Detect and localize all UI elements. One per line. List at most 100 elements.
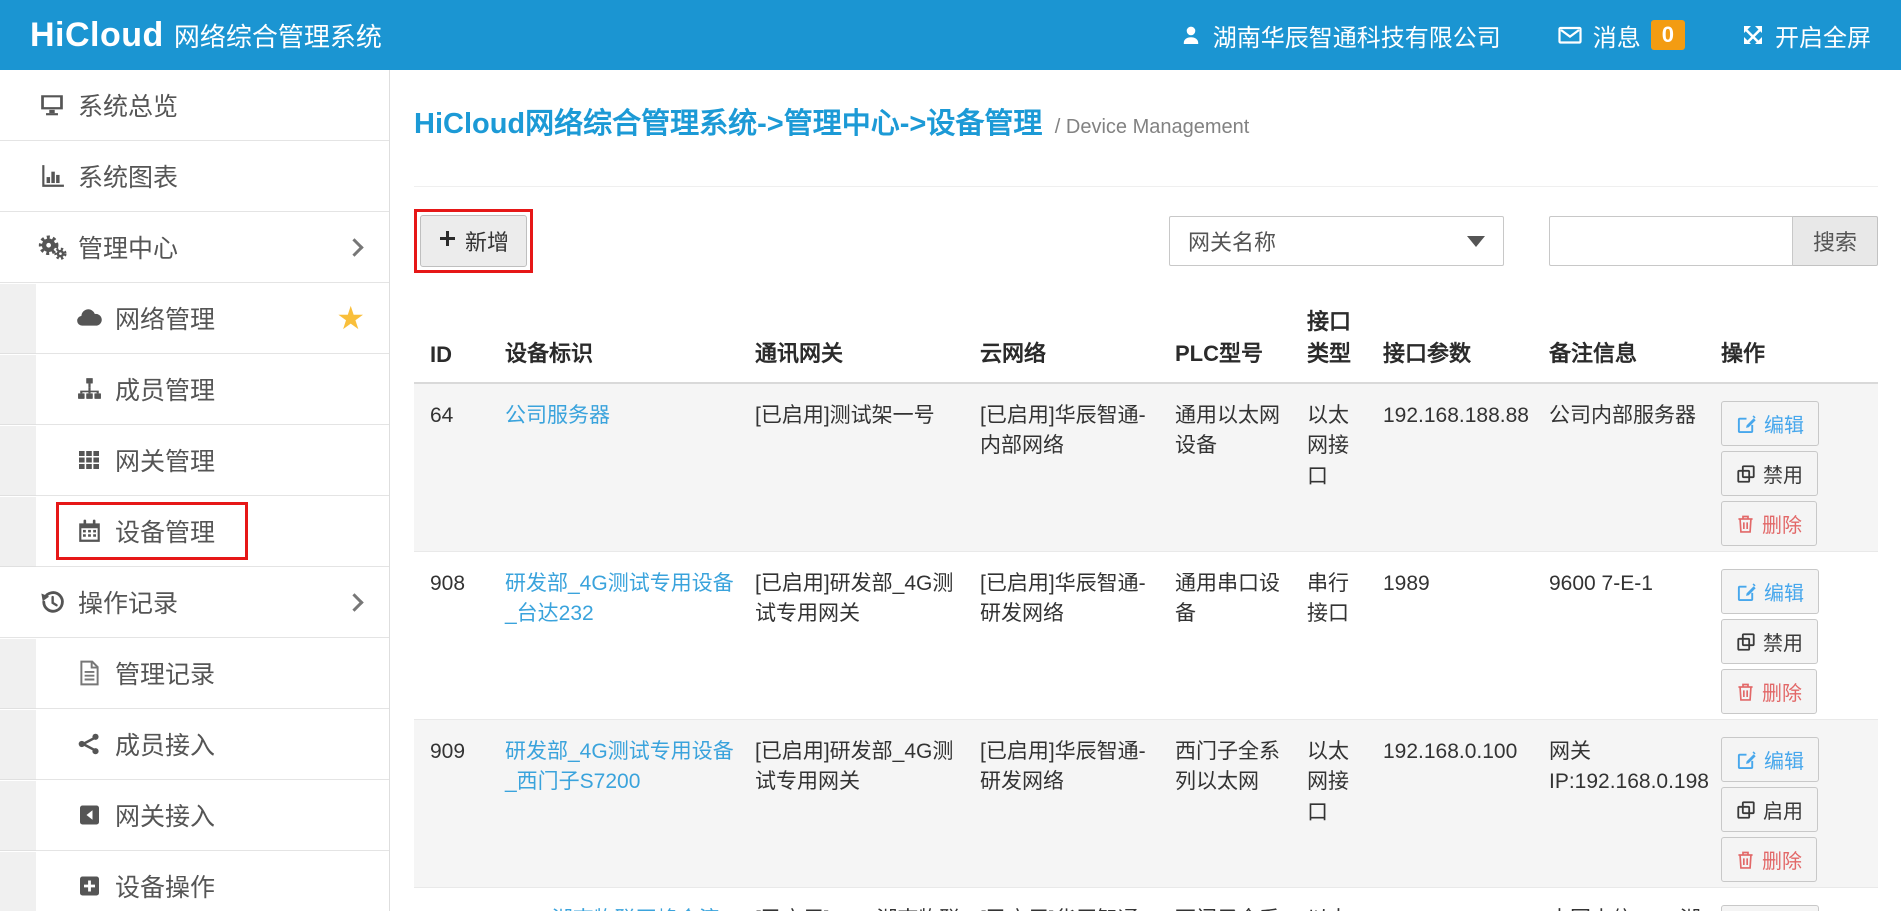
cell-gateway: [已启用]研发部_4G测试专用网关	[755, 552, 980, 720]
action-label: 删除	[1762, 677, 1802, 706]
edit-button[interactable]: 编辑	[1721, 569, 1819, 614]
chevron-right-icon	[345, 593, 363, 611]
sidebar-item-device-management[interactable]: 设备管理	[0, 496, 389, 567]
edit-button[interactable]: 编辑	[1721, 905, 1819, 911]
history-icon	[36, 589, 68, 615]
cloud-icon	[73, 306, 105, 330]
file-icon	[73, 660, 105, 686]
cell-cloud-network: [已启用]华辰智通-研发网络	[980, 888, 1175, 911]
chart-icon	[36, 163, 68, 189]
sidebar-item-label: 设备操作	[115, 868, 215, 904]
sidebar-item-label: 操作记录	[78, 584, 178, 620]
cell-interface-type: 以太网接口	[1307, 720, 1383, 888]
submenu-gutter	[0, 710, 36, 780]
cell-cloud-network: [已启用]华辰智通-内部网络	[980, 383, 1175, 552]
delete-button[interactable]: 删除	[1721, 501, 1817, 546]
sidebar-item-member-management[interactable]: 成员管理	[0, 354, 389, 425]
column-header: 通讯网关	[755, 297, 980, 383]
select-value: 网关名称	[1188, 225, 1276, 257]
sidebar-item-label: 网关管理	[115, 442, 215, 478]
sidebar-item-label: 设备管理	[115, 513, 215, 549]
cell-interface-param: 192.168.0.100	[1383, 720, 1549, 888]
toggle-button[interactable]: 禁用	[1721, 451, 1818, 496]
cell-interface-param: 192.168.188.88	[1383, 383, 1549, 552]
cell-plc-model: 西门子全系列以太网	[1175, 888, 1307, 911]
table-header-row: ID设备标识通讯网关云网络PLC型号接口类型接口参数备注信息操作	[414, 297, 1878, 383]
edit-button[interactable]: 编辑	[1721, 737, 1819, 782]
sidebar-item-operation-records[interactable]: 操作记录	[0, 567, 389, 638]
plus-square-icon	[73, 874, 105, 898]
cell-device: 研发部_4G测试专用设备_西门子S7200	[505, 720, 755, 888]
sidebar-item-system-overview[interactable]: 系统总览	[0, 70, 389, 141]
add-button[interactable]: 新增	[420, 215, 527, 267]
cell-remark: 9600 7-E-1	[1549, 552, 1721, 720]
cell-interface-type: 以太网接口	[1307, 888, 1383, 911]
pencil-square-icon	[1736, 581, 1757, 602]
column-header: 操作	[1721, 297, 1878, 383]
envelope-icon	[1557, 23, 1583, 47]
submenu-gutter	[0, 852, 36, 911]
search-input[interactable]	[1549, 216, 1793, 266]
submenu-gutter	[0, 284, 36, 354]
cell-device: 研发部_4G测试专用设备_台达232	[505, 552, 755, 720]
clone-icon	[1736, 464, 1756, 484]
submenu-gutter	[0, 639, 36, 709]
sidebar-item-label: 成员接入	[115, 726, 215, 762]
gateway-name-select[interactable]: 网关名称	[1169, 216, 1504, 266]
trash-icon	[1736, 850, 1755, 870]
column-header: 接口参数	[1383, 297, 1549, 383]
table-row: 64 公司服务器 [已启用]测试架一号 [已启用]华辰智通-内部网络 通用以太网…	[414, 383, 1878, 552]
edit-button[interactable]: 编辑	[1721, 401, 1819, 446]
cell-actions: 编辑 禁用 删除	[1721, 383, 1878, 552]
device-table: ID设备标识通讯网关云网络PLC型号接口类型接口参数备注信息操作 64 公司服务…	[414, 297, 1878, 911]
sidebar-item-member-access[interactable]: 成员接入	[0, 709, 389, 780]
device-link[interactable]: 研发部_4G测试专用设备_台达232	[505, 572, 734, 625]
delete-button[interactable]: 删除	[1721, 837, 1817, 882]
fullscreen-label: 开启全屏	[1775, 18, 1871, 53]
pencil-square-icon	[1736, 749, 1757, 770]
sidebar-item-gateway-management[interactable]: 网关管理	[0, 425, 389, 496]
pencil-square-icon	[1736, 413, 1757, 434]
action-label: 禁用	[1763, 627, 1803, 656]
cell-actions: 编辑 启用 删除	[1721, 720, 1878, 888]
desktop-icon	[36, 92, 68, 118]
sidebar-item-system-charts[interactable]: 系统图表	[0, 141, 389, 212]
share-icon	[73, 732, 105, 756]
sidebar-item-device-operations[interactable]: 设备操作	[0, 851, 389, 911]
messages-button[interactable]: 消息 0	[1557, 18, 1685, 53]
fullscreen-button[interactable]: 开启全屏	[1741, 18, 1871, 53]
submenu-gutter	[0, 497, 36, 567]
cell-cloud-network: [已启用]华辰智通-研发网络	[980, 552, 1175, 720]
toggle-button[interactable]: 禁用	[1721, 619, 1818, 664]
clone-icon	[1736, 632, 1756, 652]
sidebar-item-management-records[interactable]: 管理记录	[0, 638, 389, 709]
app-window: HiCloud网络综合管理系统 湖南华辰智通科技有限公司 消息 0 开启全屏 系…	[0, 0, 1901, 911]
sidebar-item-label: 管理记录	[115, 655, 215, 691]
action-label: 启用	[1763, 795, 1803, 824]
sidebar-item-gateway-access[interactable]: 网关接入	[0, 780, 389, 851]
cell-device: 公司服务器	[505, 383, 755, 552]
sidebar-item-network-management[interactable]: 网络管理 ★	[0, 283, 389, 354]
column-header: 备注信息	[1549, 297, 1721, 383]
cell-actions: 编辑 启用 删除	[1721, 888, 1878, 911]
toolbar: 新增 网关名称 搜索	[414, 213, 1878, 269]
sidebar-nav: 系统总览 系统图表 管理中心 网络管理 ★ 成员管理 网关管理	[0, 70, 390, 911]
breadcrumb: HiCloud网络综合管理系统->管理中心->设备管理 / Device Man…	[414, 100, 1878, 187]
device-link[interactable]: 公司服务器	[505, 404, 610, 427]
search-button[interactable]: 搜索	[1793, 216, 1878, 266]
main-content: HiCloud网络综合管理系统->管理中心->设备管理 / Device Man…	[390, 70, 1901, 911]
cell-remark: 中国电信2016湖南物联网峰会	[1549, 888, 1721, 911]
plus-icon	[438, 228, 457, 254]
cell-plc-model: 通用串口设备	[1175, 552, 1307, 720]
clone-icon	[1736, 800, 1756, 820]
caret-down-icon	[1467, 236, 1485, 247]
cell-remark: 网关IP:192.168.0.198	[1549, 720, 1721, 888]
device-link[interactable]: 研发部_4G测试专用设备_西门子S7200	[505, 740, 734, 793]
sidebar-item-label: 系统图表	[78, 158, 178, 194]
sidebar-item-management-center[interactable]: 管理中心	[0, 212, 389, 283]
delete-button[interactable]: 删除	[1721, 669, 1817, 714]
calendar-icon	[73, 518, 105, 544]
user-icon	[1179, 23, 1203, 47]
toggle-button[interactable]: 启用	[1721, 787, 1818, 832]
company-account[interactable]: 湖南华辰智通科技有限公司	[1179, 18, 1501, 53]
